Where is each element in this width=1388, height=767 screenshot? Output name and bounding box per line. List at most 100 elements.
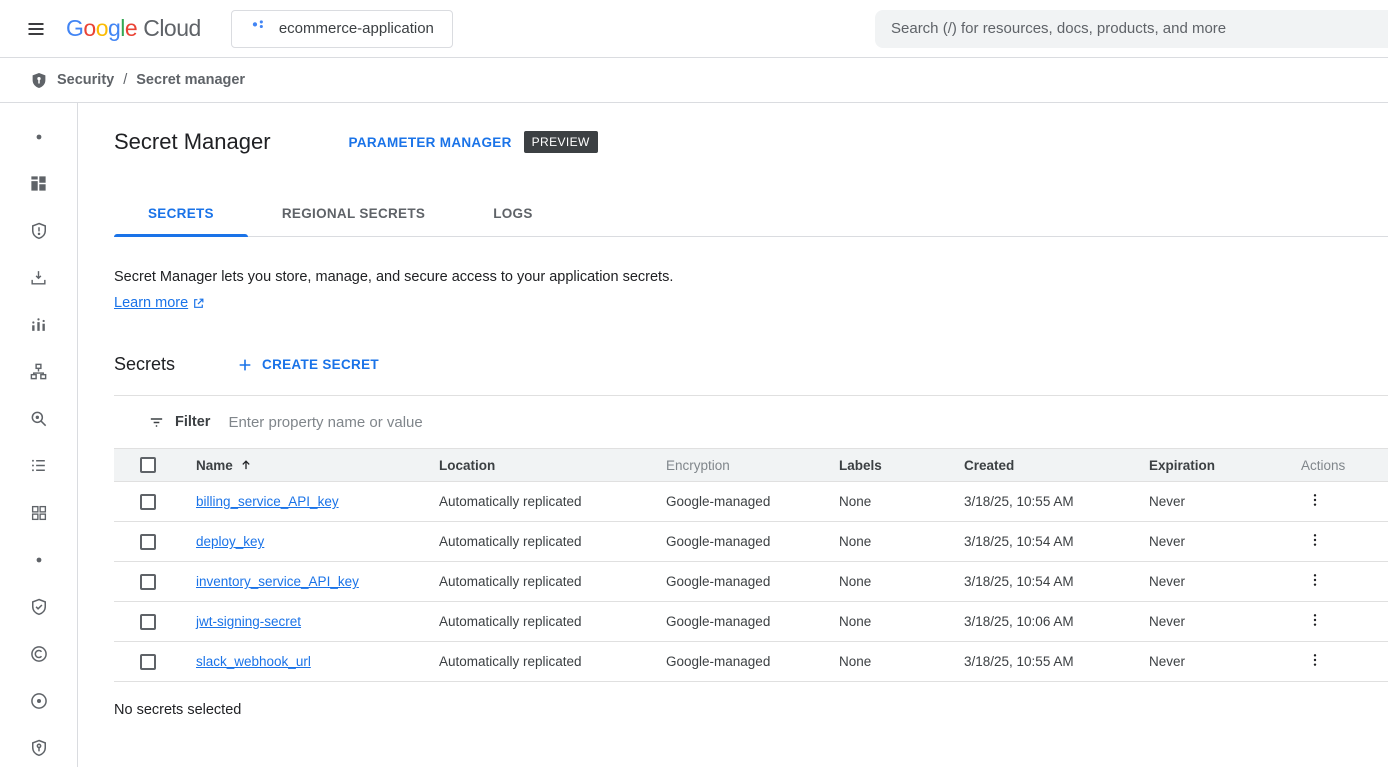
labels-cell: None bbox=[823, 482, 948, 522]
encryption-cell: Google-managed bbox=[650, 522, 823, 562]
selection-status: No secrets selected bbox=[114, 702, 1388, 718]
shield-key-icon[interactable] bbox=[15, 724, 63, 767]
google-cloud-logo: Google Cloud bbox=[66, 15, 201, 42]
table-row: billing_service_API_key Automatically rep… bbox=[114, 482, 1388, 522]
project-icon bbox=[250, 18, 267, 39]
search-gear-icon[interactable] bbox=[15, 395, 63, 442]
filter-button[interactable]: Filter bbox=[148, 414, 210, 431]
row-actions-button[interactable] bbox=[1301, 490, 1329, 513]
row-actions-button[interactable] bbox=[1301, 610, 1329, 633]
tray-icon[interactable] bbox=[15, 254, 63, 301]
table-row: jwt-signing-secret Automatically replicat… bbox=[114, 602, 1388, 642]
row-checkbox[interactable] bbox=[140, 654, 156, 670]
breadcrumb-page: Secret manager bbox=[136, 72, 245, 88]
location-cell: Automatically replicated bbox=[423, 522, 650, 562]
labels-cell: None bbox=[823, 642, 948, 682]
menu-icon[interactable] bbox=[12, 5, 60, 53]
external-link-icon bbox=[192, 297, 205, 310]
select-all-checkbox[interactable] bbox=[140, 457, 156, 473]
sidebar bbox=[0, 103, 78, 767]
row-actions-button[interactable] bbox=[1301, 530, 1329, 553]
plus-icon bbox=[237, 357, 253, 373]
expiration-cell: Never bbox=[1133, 642, 1273, 682]
parameter-manager-link[interactable]: PARAMETER MANAGER bbox=[349, 135, 512, 150]
table-header-row: NameLocationEncryptionLabelsCreatedExpir… bbox=[114, 449, 1388, 482]
column-header-actions: Actions bbox=[1273, 449, 1388, 482]
column-header-created[interactable]: Created bbox=[948, 449, 1133, 482]
created-cell: 3/18/25, 10:55 AM bbox=[948, 642, 1133, 682]
dot-icon[interactable] bbox=[15, 113, 63, 160]
filter-input[interactable] bbox=[228, 414, 1388, 431]
expiration-cell: Never bbox=[1133, 602, 1273, 642]
encryption-cell: Google-managed bbox=[650, 602, 823, 642]
tabs: SECRETSREGIONAL SECRETSLOGS bbox=[114, 191, 1388, 237]
secret-name-link[interactable]: jwt-signing-secret bbox=[196, 614, 301, 629]
circle-c-icon[interactable] bbox=[15, 630, 63, 677]
tab-regional-secrets[interactable]: REGIONAL SECRETS bbox=[248, 191, 459, 236]
column-header-encryption[interactable]: Encryption bbox=[650, 449, 823, 482]
column-header-name[interactable]: Name bbox=[180, 449, 423, 482]
created-cell: 3/18/25, 10:54 AM bbox=[948, 522, 1133, 562]
dashboard-icon[interactable] bbox=[15, 160, 63, 207]
labels-cell: None bbox=[823, 562, 948, 602]
google-logo-text: Google bbox=[66, 15, 137, 42]
secret-name-link[interactable]: deploy_key bbox=[196, 534, 264, 549]
main-content: Secret Manager PARAMETER MANAGER PREVIEW… bbox=[78, 103, 1388, 767]
secret-name-link[interactable]: billing_service_API_key bbox=[196, 494, 339, 509]
location-cell: Automatically replicated bbox=[423, 642, 650, 682]
shield-alert-icon[interactable] bbox=[15, 207, 63, 254]
breadcrumb-section[interactable]: Security bbox=[57, 72, 114, 88]
secret-name-link[interactable]: slack_webhook_url bbox=[196, 654, 311, 669]
search-input[interactable] bbox=[891, 20, 1372, 37]
page-description: Secret Manager lets you store, manage, a… bbox=[114, 267, 1388, 288]
learn-more-link[interactable]: Learn more bbox=[114, 295, 205, 311]
cloud-logo-text: Cloud bbox=[143, 15, 201, 42]
created-cell: 3/18/25, 10:54 AM bbox=[948, 562, 1133, 602]
table-row: inventory_service_API_key Automatically r… bbox=[114, 562, 1388, 602]
created-cell: 3/18/25, 10:55 AM bbox=[948, 482, 1133, 522]
secrets-table-card: Filter NameLocationEncryptionLabelsCreat… bbox=[114, 395, 1388, 682]
project-name: ecommerce-application bbox=[279, 20, 434, 37]
hierarchy-icon[interactable] bbox=[15, 348, 63, 395]
create-secret-button[interactable]: CREATE SECRET bbox=[237, 357, 379, 373]
expiration-cell: Never bbox=[1133, 522, 1273, 562]
project-selector[interactable]: ecommerce-application bbox=[231, 10, 453, 48]
grid-icon[interactable] bbox=[15, 489, 63, 536]
expiration-cell: Never bbox=[1133, 482, 1273, 522]
circle-dot-icon[interactable] bbox=[15, 677, 63, 724]
page-title: Secret Manager bbox=[114, 129, 271, 155]
secret-name-link[interactable]: inventory_service_API_key bbox=[196, 574, 359, 589]
breadcrumb-separator: / bbox=[123, 72, 127, 88]
search-bar[interactable] bbox=[875, 10, 1388, 48]
sort-ascending-icon bbox=[239, 458, 253, 472]
row-checkbox[interactable] bbox=[140, 614, 156, 630]
row-checkbox[interactable] bbox=[140, 534, 156, 550]
location-cell: Automatically replicated bbox=[423, 562, 650, 602]
column-header-expiration[interactable]: Expiration bbox=[1133, 449, 1273, 482]
column-header-location[interactable]: Location bbox=[423, 449, 650, 482]
row-checkbox[interactable] bbox=[140, 574, 156, 590]
filter-icon bbox=[148, 414, 165, 431]
chart-icon[interactable] bbox=[15, 301, 63, 348]
tab-logs[interactable]: LOGS bbox=[459, 191, 566, 236]
row-actions-button[interactable] bbox=[1301, 570, 1329, 593]
column-header-labels[interactable]: Labels bbox=[823, 449, 948, 482]
dot-icon[interactable] bbox=[15, 536, 63, 583]
location-cell: Automatically replicated bbox=[423, 602, 650, 642]
row-actions-button[interactable] bbox=[1301, 650, 1329, 673]
secrets-table: NameLocationEncryptionLabelsCreatedExpir… bbox=[114, 448, 1388, 682]
location-cell: Automatically replicated bbox=[423, 482, 650, 522]
top-bar: Google Cloud ecommerce-application bbox=[0, 0, 1388, 58]
breadcrumb: Security / Secret manager bbox=[0, 58, 1388, 103]
table-row: deploy_key Automatically replicatedGoogle… bbox=[114, 522, 1388, 562]
list-icon[interactable] bbox=[15, 442, 63, 489]
row-checkbox[interactable] bbox=[140, 494, 156, 510]
encryption-cell: Google-managed bbox=[650, 482, 823, 522]
tab-secrets[interactable]: SECRETS bbox=[114, 191, 248, 236]
table-row: slack_webhook_url Automatically replicate… bbox=[114, 642, 1388, 682]
table-body: billing_service_API_key Automatically rep… bbox=[114, 482, 1388, 682]
secrets-heading: Secrets bbox=[114, 354, 175, 375]
shield-check-icon[interactable] bbox=[15, 583, 63, 630]
labels-cell: None bbox=[823, 522, 948, 562]
labels-cell: None bbox=[823, 602, 948, 642]
